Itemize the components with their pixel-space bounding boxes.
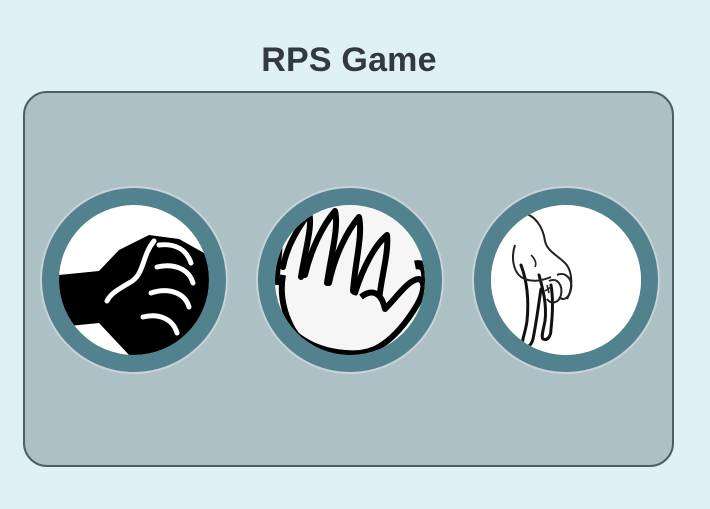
rps-game-page: RPS Game: [0, 0, 710, 509]
page-title: RPS Game: [261, 40, 437, 79]
scissors-choice-button[interactable]: [474, 188, 658, 372]
rock-choice-button[interactable]: [42, 188, 226, 372]
rock-choice-image: [59, 205, 209, 355]
scissors-hand-icon: [491, 205, 641, 355]
paper-choice-image: [275, 205, 425, 355]
paper-choice-button[interactable]: [258, 188, 442, 372]
rock-fist-icon: [59, 235, 209, 355]
paper-hand-icon: [275, 205, 425, 355]
scissors-choice-image: [491, 205, 641, 355]
